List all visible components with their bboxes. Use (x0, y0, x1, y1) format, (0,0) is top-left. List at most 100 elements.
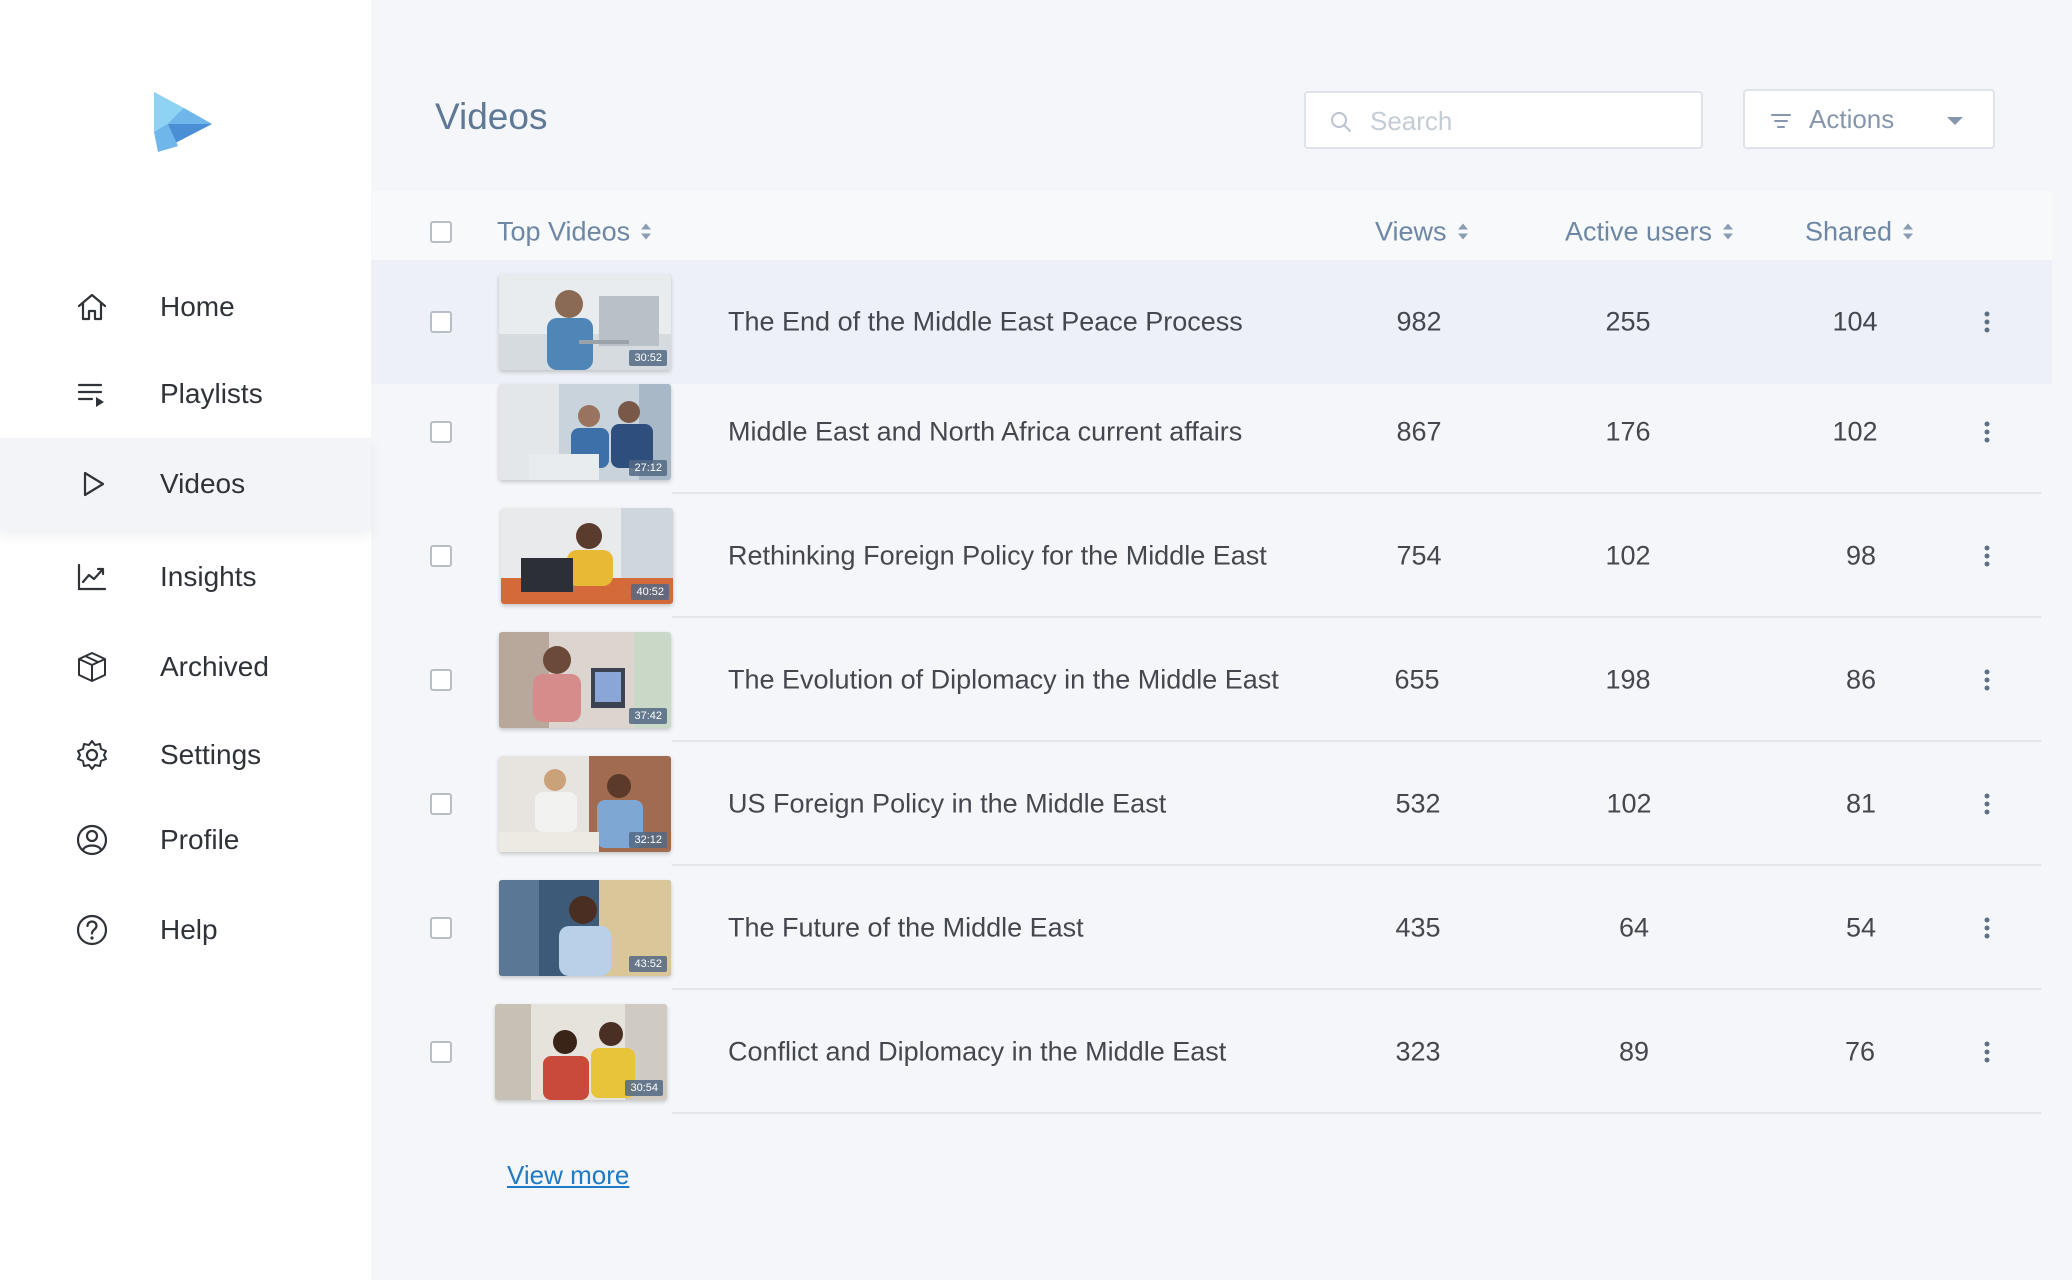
search-input[interactable] (1370, 101, 1690, 141)
column-header-active-users[interactable]: Active users (1565, 216, 1735, 247)
duration-badge: 27:12 (629, 460, 667, 476)
column-header-shared[interactable]: Shared (1805, 216, 1915, 247)
table-row[interactable]: 43:52 The Future of the Middle East 435 … (371, 866, 2041, 990)
row-checkbox[interactable] (430, 917, 452, 939)
views-value: 655 (1394, 664, 1440, 695)
sidebar: Home Playlists Videos Insights Archived … (0, 0, 371, 1280)
views-value: 323 (1395, 1036, 1441, 1067)
page-title: Videos (435, 96, 548, 137)
shared-value: 86 (1845, 664, 1877, 695)
shared-value: 81 (1845, 788, 1877, 819)
gear-icon (74, 737, 110, 773)
row-checkbox[interactable] (430, 545, 452, 567)
chart-line-icon (74, 559, 110, 595)
app-logo[interactable] (148, 88, 218, 158)
actions-dropdown[interactable]: Actions (1743, 89, 1995, 149)
active-users-value: 64 (1618, 912, 1650, 943)
sort-icon (1723, 223, 1734, 240)
column-label: Views (1375, 216, 1447, 246)
active-users-value: 176 (1605, 416, 1651, 447)
play-icon (74, 466, 110, 502)
sidebar-item-label: Help (160, 914, 218, 945)
video-title[interactable]: Rethinking Foreign Policy for the Middle… (728, 541, 1267, 572)
sidebar-item-videos[interactable]: Videos (0, 438, 371, 530)
duration-badge: 30:52 (629, 350, 667, 366)
sidebar-item-archived[interactable]: Archived (0, 621, 371, 713)
video-thumbnail[interactable]: 30:52 (499, 274, 671, 370)
video-thumbnail[interactable]: 40:52 (501, 508, 673, 604)
home-icon (74, 289, 110, 325)
sidebar-item-profile[interactable]: Profile (0, 794, 371, 886)
table-row[interactable]: 27:12 Middle East and North Africa curre… (371, 370, 2041, 494)
more-options-icon[interactable] (1981, 418, 1993, 446)
shared-value: 102 (1832, 416, 1878, 447)
video-thumbnail[interactable]: 27:12 (499, 384, 671, 480)
table-row[interactable]: 32:12 US Foreign Policy in the Middle Ea… (371, 742, 2041, 866)
active-users-value: 255 (1605, 306, 1651, 337)
sidebar-item-label: Settings (160, 739, 262, 770)
search-box[interactable] (1304, 91, 1703, 149)
video-thumbnail[interactable]: 43:52 (499, 880, 671, 976)
video-thumbnail[interactable]: 32:12 (499, 756, 671, 852)
column-header-top-videos[interactable]: Top Videos (497, 216, 653, 247)
views-value: 435 (1395, 912, 1441, 943)
column-label: Shared (1805, 216, 1893, 246)
duration-badge: 32:12 (629, 832, 667, 848)
video-thumbnail[interactable]: 30:54 (495, 1004, 667, 1100)
filter-icon (1771, 114, 1791, 128)
duration-badge: 43:52 (629, 956, 667, 972)
select-all-checkbox[interactable] (430, 221, 452, 243)
views-value: 867 (1396, 416, 1442, 447)
actions-label: Actions (1809, 104, 1895, 134)
video-title[interactable]: The End of the Middle East Peace Process (728, 307, 1243, 338)
shared-value: 98 (1845, 540, 1877, 571)
video-title[interactable]: US Foreign Policy in the Middle East (728, 789, 1166, 820)
more-options-icon[interactable] (1981, 666, 1993, 694)
duration-badge: 40:52 (631, 584, 669, 600)
row-checkbox[interactable] (430, 311, 452, 333)
sort-icon (641, 223, 652, 240)
sidebar-item-settings[interactable]: Settings (0, 709, 371, 801)
more-options-icon[interactable] (1981, 1038, 1993, 1066)
sidebar-item-insights[interactable]: Insights (0, 531, 371, 623)
views-value: 982 (1396, 306, 1442, 337)
sidebar-item-label: Archived (160, 651, 269, 682)
duration-badge: 37:42 (629, 708, 667, 724)
column-label: Active users (1565, 216, 1713, 246)
sidebar-item-help[interactable]: Help (0, 884, 371, 976)
row-checkbox[interactable] (430, 421, 452, 443)
more-options-icon[interactable] (1981, 790, 1993, 818)
table-row[interactable]: 40:52 Rethinking Foreign Policy for the … (371, 494, 2041, 618)
playlist-icon (74, 376, 110, 412)
active-users-value: 198 (1605, 664, 1651, 695)
sidebar-item-playlists[interactable]: Playlists (0, 348, 371, 440)
sidebar-item-label: Videos (160, 468, 246, 499)
row-checkbox[interactable] (430, 793, 452, 815)
sidebar-item-label: Profile (160, 824, 240, 855)
row-checkbox[interactable] (430, 1041, 452, 1063)
table-row[interactable]: 30:52 The End of the Middle East Peace P… (371, 260, 2052, 384)
table-row[interactable]: 37:42 The Evolution of Diplomacy in the … (371, 618, 2041, 742)
shared-value: 104 (1832, 306, 1878, 337)
video-thumbnail[interactable]: 37:42 (499, 632, 671, 728)
sort-icon (1903, 223, 1914, 240)
column-header-views[interactable]: Views (1375, 216, 1470, 247)
shared-value: 76 (1844, 1036, 1876, 1067)
more-options-icon[interactable] (1981, 542, 1993, 570)
user-circle-icon (74, 822, 110, 858)
sidebar-item-home[interactable]: Home (0, 261, 371, 353)
video-title[interactable]: The Future of the Middle East (728, 913, 1084, 944)
table-row[interactable]: 30:54 Conflict and Diplomacy in the Midd… (371, 990, 2041, 1114)
more-options-icon[interactable] (1981, 308, 1993, 336)
view-more-link[interactable]: View more (507, 1160, 629, 1191)
views-value: 754 (1396, 540, 1442, 571)
search-icon (1331, 112, 1351, 132)
video-title[interactable]: Middle East and North Africa current aff… (728, 417, 1242, 448)
row-checkbox[interactable] (430, 669, 452, 691)
duration-badge: 30:54 (625, 1080, 663, 1096)
video-title[interactable]: Conflict and Diplomacy in the Middle Eas… (728, 1037, 1226, 1068)
views-value: 532 (1395, 788, 1441, 819)
active-users-value: 89 (1618, 1036, 1650, 1067)
more-options-icon[interactable] (1981, 914, 1993, 942)
video-title[interactable]: The Evolution of Diplomacy in the Middle… (728, 665, 1279, 696)
